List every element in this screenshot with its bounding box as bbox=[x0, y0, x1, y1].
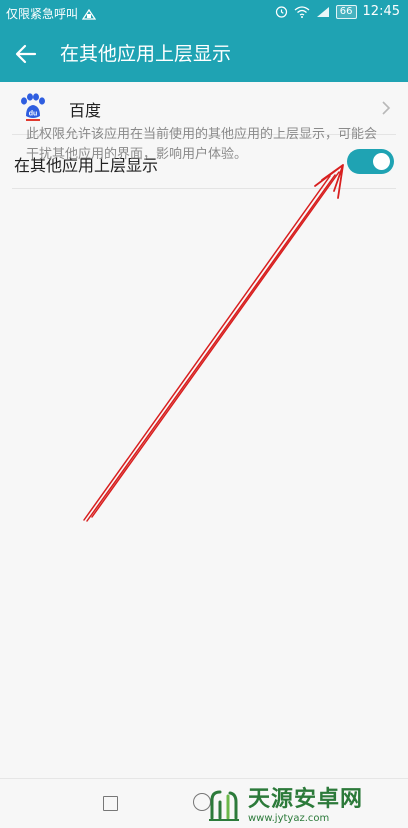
battery-indicator: 66 bbox=[335, 4, 357, 19]
wifi-icon bbox=[294, 5, 310, 18]
watermark-text: 天源安卓网 www.jytyaz.com bbox=[248, 786, 364, 824]
watermark: 天源安卓网 www.jytyaz.com bbox=[206, 786, 408, 826]
svg-text:du: du bbox=[29, 111, 38, 118]
alarm-icon bbox=[275, 5, 288, 18]
signal-icon bbox=[316, 6, 330, 18]
app-name: 百度 bbox=[69, 101, 102, 120]
baidu-app-icon: du bbox=[18, 92, 48, 122]
watermark-url: www.jytyaz.com bbox=[248, 812, 330, 824]
status-right: 66 12:45 bbox=[275, 4, 400, 19]
notification-icon bbox=[82, 8, 97, 20]
watermark-brand: 天源安卓网 bbox=[248, 786, 364, 812]
watermark-logo-icon bbox=[206, 788, 242, 824]
status-left: 仅限紧急呼叫 bbox=[6, 5, 97, 22]
page-title: 在其他应用上层显示 bbox=[60, 43, 232, 65]
status-time: 12:45 bbox=[362, 4, 400, 19]
permission-description: 此权限允许该应用在当前使用的其他应用的上层显示，可能会干扰其他应用的界面，影响用… bbox=[26, 127, 378, 162]
chevron-right-icon bbox=[380, 100, 392, 116]
carrier-text: 仅限紧急呼叫 bbox=[6, 7, 79, 21]
recent-apps-icon[interactable] bbox=[103, 796, 118, 811]
status-bar: 仅限紧急呼叫 66 12:45 bbox=[0, 0, 408, 26]
title-bar: 在其他应用上层显示 bbox=[0, 26, 408, 82]
back-arrow-icon[interactable] bbox=[12, 40, 40, 68]
